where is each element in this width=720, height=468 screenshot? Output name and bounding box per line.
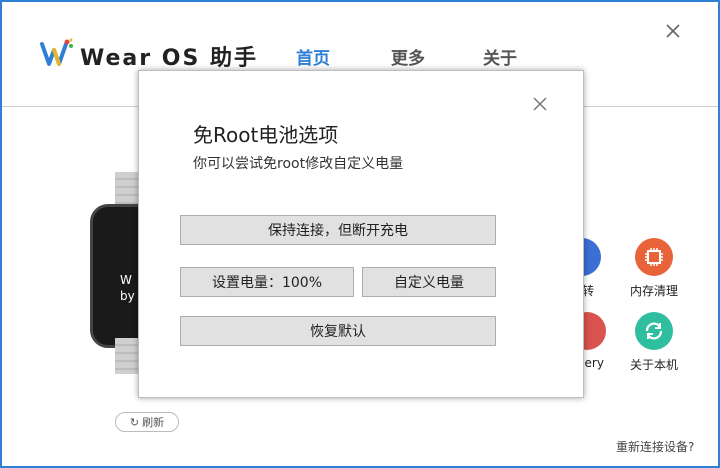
watch-text-line1: W — [120, 273, 132, 287]
app-window: Wear OS 助手 首页 更多 关于 W by ↻ 刷新 跳转 内存清理 ov… — [0, 0, 720, 468]
refresh-icon: ↻ — [129, 415, 140, 429]
wear-os-logo-icon — [40, 38, 73, 66]
tool-memory-clean[interactable]: 内存清理 — [624, 238, 684, 299]
window-close-icon[interactable] — [662, 20, 684, 42]
dialog-title: 免Root电池选项 — [193, 123, 339, 147]
refresh-cycle-icon — [635, 312, 673, 350]
tool-memory-label: 内存清理 — [629, 284, 678, 298]
keep-connected-button[interactable]: 保持连接，但断开充电 — [180, 215, 496, 245]
tab-about[interactable]: 关于 — [483, 44, 517, 69]
custom-battery-level-button[interactable]: 自定义电量 — [362, 267, 496, 297]
watch-text-line2: by — [120, 289, 135, 303]
tab-home[interactable]: 首页 — [296, 44, 330, 69]
tab-more[interactable]: 更多 — [391, 44, 425, 69]
dialog-close-icon[interactable] — [531, 95, 549, 113]
chip-icon — [635, 238, 673, 276]
app-title: Wear OS 助手 — [80, 46, 258, 71]
dialog-subtitle: 你可以尝试免root修改自定义电量 — [193, 156, 404, 172]
tool-about-device[interactable]: 关于本机 — [624, 312, 684, 373]
refresh-button[interactable]: ↻ 刷新 — [115, 412, 179, 432]
refresh-label: 刷新 — [142, 416, 165, 429]
watch-screen-text: W by — [120, 272, 135, 304]
reconnect-link[interactable]: 重新连接设备? — [616, 438, 694, 455]
battery-options-dialog: 免Root电池选项 你可以尝试免root修改自定义电量 保持连接，但断开充电 设… — [138, 70, 584, 398]
set-battery-level-button[interactable]: 设置电量：100% — [180, 267, 354, 297]
restore-default-button[interactable]: 恢复默认 — [180, 316, 496, 346]
tool-about-device-label: 关于本机 — [629, 358, 678, 372]
